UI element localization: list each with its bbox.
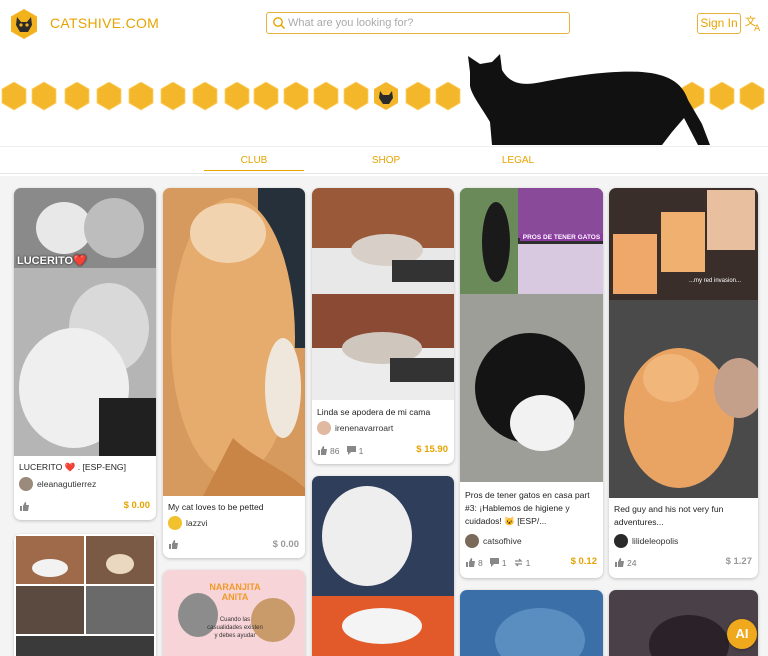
catshive-logo-icon[interactable] — [8, 8, 40, 40]
post-feed: LUCERITO❤️ LUCERITO ❤️ . [ESP-ENG] elean… — [0, 176, 768, 656]
tab-club[interactable]: CLUB — [204, 155, 304, 171]
image-caption: PROS DE TENER GATOS — [520, 234, 603, 241]
brand-name[interactable]: CATSHIVE.COM — [50, 15, 159, 31]
post-card[interactable] — [14, 534, 156, 656]
post-author[interactable]: catsofhive — [465, 534, 522, 548]
avatar — [317, 421, 331, 435]
upvote-icon[interactable] — [317, 445, 328, 456]
comment-count: 1 — [358, 445, 364, 456]
image-subcaption: Cuando las casualidades existen y debes … — [207, 617, 263, 639]
post-stats: 8 1 1 — [465, 557, 536, 568]
upvote-icon[interactable] — [168, 539, 179, 550]
section-nav: CLUB SHOP LEGAL — [0, 146, 768, 174]
post-image — [14, 188, 156, 456]
post-title[interactable]: LUCERITO ❤️ . [ESP-ENG] — [19, 461, 126, 474]
hive-banner — [0, 48, 768, 145]
image-caption: NARANJITA ANITA — [209, 582, 261, 602]
tab-shop[interactable]: SHOP — [336, 155, 436, 166]
vote-count: 86 — [330, 445, 340, 456]
avatar — [19, 477, 33, 491]
post-card[interactable] — [460, 590, 603, 656]
post-image — [460, 590, 603, 656]
post-image — [163, 188, 305, 496]
post-author[interactable]: lilideleopolis — [614, 534, 678, 548]
post-title[interactable]: Red guy and his not very fun adventures.… — [614, 503, 754, 529]
tab-legal[interactable]: LEGAL — [468, 155, 568, 166]
comment-icon[interactable] — [489, 557, 500, 568]
post-title[interactable]: Pros de tener gatos en casa part #3: ¡Ha… — [465, 489, 599, 528]
upvote-icon[interactable] — [465, 557, 476, 568]
post-payout: $ 1.27 — [725, 556, 752, 567]
avatar — [614, 534, 628, 548]
post-author[interactable]: lazzvi — [168, 516, 208, 530]
post-payout: $ 0.00 — [272, 539, 299, 550]
search-input[interactable] — [288, 15, 564, 31]
reblog-count: 1 — [525, 557, 531, 568]
upvote-icon[interactable] — [19, 501, 30, 512]
comment-icon[interactable] — [346, 445, 357, 456]
upvote-icon[interactable] — [614, 557, 625, 568]
vote-count: 8 — [478, 557, 483, 568]
avatar — [465, 534, 479, 548]
post-image — [14, 534, 156, 656]
post-payout: $ 15.90 — [416, 444, 448, 455]
post-author[interactable]: irenenavarroart — [317, 421, 393, 435]
post-card[interactable]: Linda se apodera de mi cama irenenavarro… — [312, 188, 454, 464]
post-payout: $ 0.00 — [123, 500, 150, 511]
svg-text:A: A — [754, 24, 761, 32]
post-payout: $ 0.12 — [570, 556, 597, 567]
post-author[interactable]: eleanagutierrez — [19, 477, 96, 491]
post-image — [460, 188, 603, 482]
post-image — [312, 188, 454, 400]
comment-count: 1 — [501, 557, 507, 568]
top-header: CATSHIVE.COM Sign In 文 A — [0, 0, 768, 48]
post-stats: 24 — [614, 557, 643, 568]
image-caption: ...my red invasion... — [689, 278, 742, 284]
post-card[interactable]: PROS DE TENER GATOS Pros de tener gatos … — [460, 188, 603, 578]
post-image — [609, 188, 758, 498]
post-title[interactable]: Linda se apodera de mi cama — [317, 406, 430, 419]
image-caption: LUCERITO❤️ — [17, 255, 87, 267]
post-card[interactable]: LUCERITO❤️ LUCERITO ❤️ . [ESP-ENG] elean… — [14, 188, 156, 520]
post-card[interactable] — [312, 476, 454, 656]
post-stats — [19, 501, 32, 512]
search-icon — [273, 17, 286, 30]
black-cat-silhouette — [468, 54, 710, 145]
post-card[interactable]: My cat loves to be petted lazzvi $ 0.00 — [163, 188, 305, 558]
post-title[interactable]: My cat loves to be petted — [168, 501, 264, 514]
avatar — [168, 516, 182, 530]
post-stats: 86 1 — [317, 445, 369, 456]
post-image — [312, 476, 454, 656]
reblog-icon[interactable] — [513, 557, 524, 568]
post-card[interactable]: NARANJITA ANITA Cuando las casualidades … — [163, 570, 305, 656]
translate-icon[interactable]: 文 A — [745, 14, 763, 32]
post-card[interactable]: ...my red invasion... Red guy and his no… — [609, 188, 758, 578]
post-stats — [168, 539, 181, 550]
vote-count: 24 — [627, 557, 637, 568]
ai-assistant-button[interactable]: AI — [727, 619, 757, 649]
sign-in-button[interactable]: Sign In — [697, 13, 741, 34]
search-box[interactable] — [266, 12, 570, 34]
